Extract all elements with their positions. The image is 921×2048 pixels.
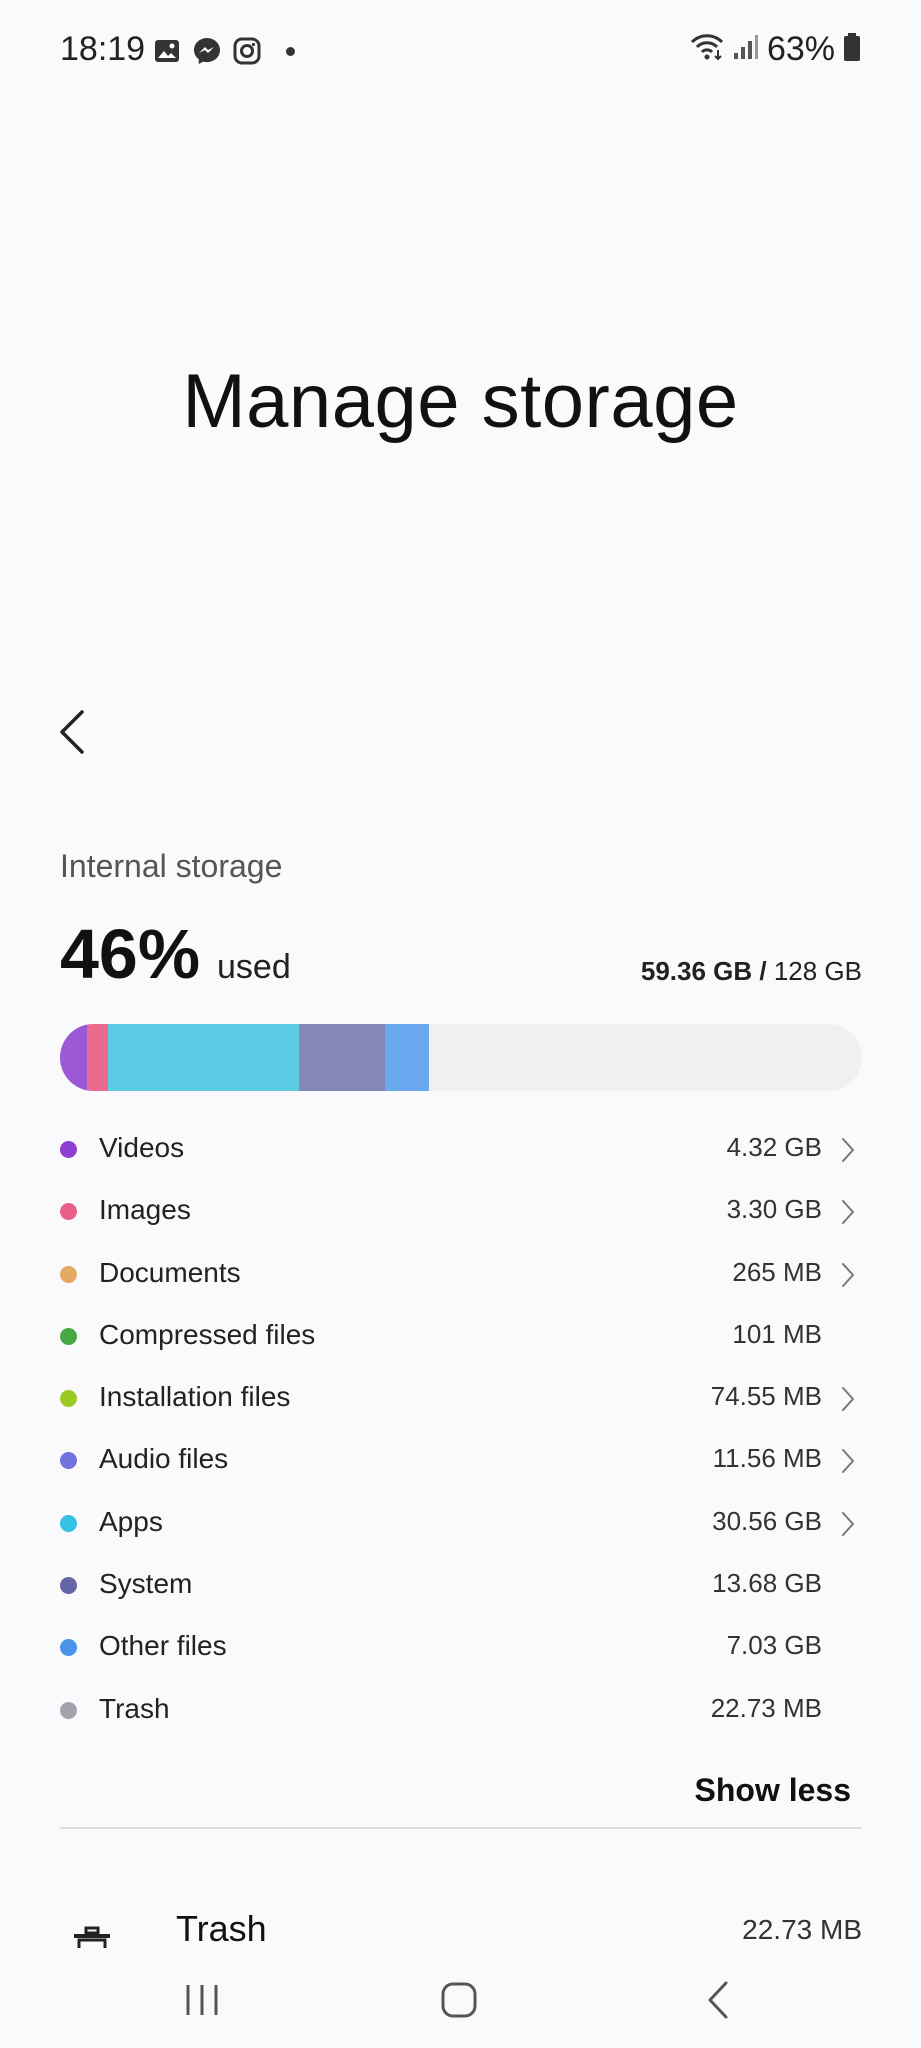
chevron-right-icon: [842, 1449, 854, 1474]
usage-summary: 46% used 59.36 GB / 128 GB: [60, 914, 862, 994]
category-color-dot: [60, 1577, 77, 1595]
category-color-dot: [60, 1701, 77, 1719]
recents-button[interactable]: [172, 1970, 232, 2030]
category-size: 74.55 MB: [710, 1381, 822, 1412]
category-item[interactable]: Documents 265 MB: [60, 1243, 862, 1305]
category-item[interactable]: Videos 4.32 GB: [60, 1118, 862, 1180]
category-list: Videos 4.32 GB Images 3.30 GB Documents 265 M…: [60, 1118, 862, 1741]
category-size: 4.32 GB: [726, 1132, 822, 1162]
storage-bar-segment: [385, 1024, 430, 1091]
trash-size: 22.73 MB: [742, 1914, 862, 1945]
category-color-dot: [60, 1327, 77, 1345]
navigation-bar: [0, 1948, 921, 2048]
signal-icon: [733, 33, 759, 66]
status-time: 18:19: [60, 30, 146, 68]
storage-bar-segment: [87, 1024, 108, 1091]
trash-row[interactable]: Trash 22.73 MB: [60, 1900, 862, 1948]
used-amount: 59.36 GB: [640, 956, 753, 986]
gallery-icon: [152, 36, 182, 66]
trash-icon: [72, 1926, 112, 1948]
category-label: Documents: [99, 1256, 241, 1288]
storage-usage-bar: [60, 1024, 862, 1091]
usage-amount: 59.36 GB / 128 GB: [641, 956, 862, 987]
home-button[interactable]: [429, 1970, 489, 2030]
category-color-dot: [60, 1390, 77, 1408]
battery-percent: 63%: [766, 30, 835, 68]
category-label: Videos: [99, 1132, 185, 1163]
home-icon: [441, 1982, 477, 2018]
category-item[interactable]: Installation files 74.55 MB: [60, 1367, 862, 1429]
category-item: Compressed files 101 MB: [60, 1305, 862, 1367]
back-button[interactable]: [52, 706, 92, 758]
category-item: Trash 22.73 MB: [60, 1679, 862, 1741]
category-label: Images: [99, 1194, 191, 1226]
chevron-right-icon: [842, 1387, 854, 1412]
usage-percent: 46%: [60, 915, 201, 993]
category-size: 101 MB: [732, 1318, 822, 1349]
category-item[interactable]: Images 3.30 GB: [60, 1180, 862, 1242]
status-right: 63%: [689, 30, 861, 69]
chevron-right-icon: [842, 1511, 854, 1536]
category-size: 30.56 GB: [712, 1505, 822, 1536]
category-item[interactable]: Audio files 11.56 MB: [60, 1429, 862, 1491]
messenger-icon: [192, 36, 222, 66]
category-color-dot: [60, 1203, 77, 1221]
category-label: Trash: [99, 1692, 170, 1724]
category-color-dot: [60, 1265, 77, 1283]
nav-back-button[interactable]: [688, 1970, 748, 2030]
more-notifications-dot: [286, 46, 295, 56]
category-size: 11.56 MB: [712, 1443, 822, 1474]
nav-back-icon: [708, 1981, 728, 2019]
show-less-button[interactable]: Show less: [695, 1772, 852, 1809]
category-label: Installation files: [99, 1381, 291, 1413]
category-label: Apps: [99, 1505, 163, 1537]
category-label: System: [99, 1568, 193, 1600]
storage-bar-segment: [60, 1024, 88, 1091]
wifi-icon: [689, 32, 725, 67]
page-title: Manage storage: [182, 359, 739, 444]
category-size: 13.68 GB: [712, 1568, 822, 1599]
category-size: 3.30 GB: [726, 1194, 822, 1225]
category-size: 22.73 MB: [710, 1692, 822, 1723]
category-item: System 13.68 GB: [60, 1554, 862, 1616]
status-bar: 18:19 63%: [0, 0, 921, 108]
chevron-right-icon: [842, 1138, 854, 1162]
chevron-right-icon: [842, 1262, 854, 1287]
battery-icon: [843, 32, 861, 67]
category-label: Audio files: [99, 1443, 229, 1475]
category-label: Compressed files: [99, 1318, 316, 1350]
storage-bar-segment: [107, 1024, 300, 1091]
category-item[interactable]: Apps 30.56 GB: [60, 1492, 862, 1554]
back-arrow-icon: [60, 710, 84, 754]
trash-label: Trash: [176, 1908, 267, 1948]
category-item: Other files 7.03 GB: [60, 1616, 862, 1678]
category-color-dot: [60, 1141, 77, 1158]
usage-used-label: used: [217, 948, 291, 986]
internal-storage-label: Internal storage: [60, 848, 283, 884]
category-color-dot: [60, 1452, 77, 1470]
storage-bar-segment: [299, 1024, 386, 1091]
recents-icon: [186, 1985, 218, 2015]
notification-icons: [152, 36, 295, 66]
total-amount: 128 GB: [773, 956, 862, 986]
chevron-right-icon: [842, 1200, 854, 1225]
category-size: 265 MB: [732, 1256, 822, 1287]
amount-separator: /: [752, 956, 774, 986]
instagram-icon: [232, 36, 262, 66]
screen: 18:19 63% Manage storage Internal storag…: [0, 0, 921, 2048]
divider: [60, 1827, 862, 1829]
category-color-dot: [60, 1639, 77, 1657]
category-color-dot: [60, 1514, 77, 1532]
category-label: Other files: [99, 1630, 227, 1662]
category-size: 7.03 GB: [726, 1630, 822, 1661]
